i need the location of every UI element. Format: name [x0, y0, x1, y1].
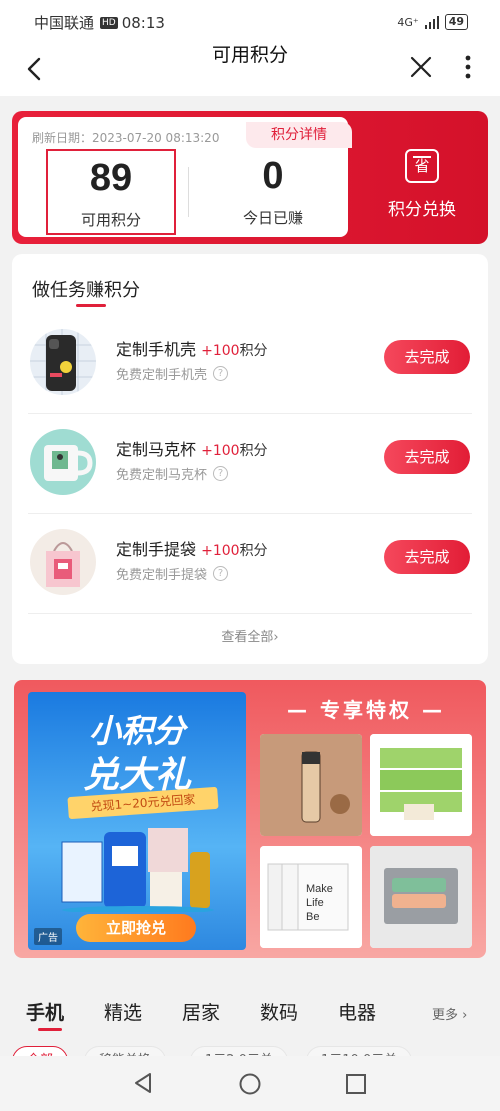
savings-icon: 省 [405, 149, 439, 183]
task-name: 定制手提袋 +100积分 [116, 540, 268, 559]
nav-bar: 可用积分 [0, 44, 500, 96]
available-points-box: 89 可用积分 [46, 149, 176, 235]
ad-badge: 广告 [34, 928, 62, 945]
task-item-mug: 定制马克杯 +100积分 免费定制马克杯 ? 去完成 [28, 414, 472, 514]
help-icon[interactable]: ? [213, 366, 229, 381]
system-navigation-bar [0, 1056, 500, 1111]
system-recents-icon[interactable] [345, 1073, 367, 1095]
tab-phone[interactable]: 手机 [26, 998, 64, 1025]
tab-featured[interactable]: 精选 [104, 998, 142, 1025]
points-exchange-label: 积分兑换 [388, 200, 456, 220]
status-left: 中国联通 HD 08:13 [34, 12, 165, 33]
complete-task-button[interactable]: 去完成 [384, 340, 470, 374]
exclusive-privileges-title: — 专享特权 — [287, 698, 445, 722]
tasks-title: 做任务赚积分 [32, 280, 140, 301]
signal-icon [424, 15, 439, 29]
phone-case-thumbnail [30, 329, 96, 395]
complete-task-button[interactable]: 去完成 [384, 540, 470, 574]
network-label: 4G⁺ [397, 15, 419, 29]
system-back-icon[interactable] [132, 1072, 154, 1094]
task-subtitle: 免费定制手机壳 ? [116, 364, 229, 383]
status-right: 4G⁺ 49 [397, 14, 468, 30]
help-icon[interactable]: ? [213, 466, 229, 481]
tasks-title-underline [76, 304, 106, 307]
task-points: +100积分 [201, 543, 268, 559]
status-bar: 中国联通 HD 08:13 4G⁺ 49 [0, 0, 500, 44]
promo-products-image [61, 828, 214, 912]
chevron-right-icon: › [273, 630, 279, 645]
task-subtitle: 免费定制马克杯 ? [116, 464, 229, 483]
tab-appliances[interactable]: 电器 [338, 998, 376, 1025]
help-icon[interactable]: ? [213, 566, 229, 581]
task-points: +100积分 [201, 343, 268, 359]
hd-badge: HD [100, 16, 118, 29]
close-icon[interactable] [406, 52, 436, 82]
task-subtitle: 免费定制手提袋 ? [116, 564, 229, 583]
more-categories-button[interactable]: 更多 › [432, 1004, 467, 1023]
chevron-right-icon: › [462, 1008, 468, 1023]
task-points: +100积分 [201, 443, 268, 459]
battery-icon: 49 [444, 14, 468, 30]
tab-home[interactable]: 居家 [182, 998, 220, 1025]
complete-task-button[interactable]: 去完成 [384, 440, 470, 474]
active-tab-underline [38, 1028, 62, 1031]
tote-bag-thumbnail [30, 529, 96, 595]
earn-points-tasks-card: 做任务赚积分 定制手机壳 +100积分 免费定制手机壳 ? 去完成 定制马克杯 … [12, 254, 488, 664]
refresh-date: 刷新日期：2023-07-20 08:13:20 [32, 131, 220, 145]
promo-banner: 小积分 兑大礼 兑现1~20元兑回家 立即抢兑 广告 — 专享特权 — Make… [14, 680, 486, 958]
carrier-label: 中国联通 [34, 14, 95, 32]
points-summary-card: 刷新日期：2023-07-20 08:13:20 积分详情 89 可用积分 0 … [12, 111, 488, 244]
tea-bottle-product-image[interactable] [260, 734, 362, 836]
tab-digital[interactable]: 数码 [260, 998, 298, 1025]
available-points-value: 89 [89, 157, 133, 199]
makeup-pads-product-image[interactable]: Make Life Be [260, 846, 362, 948]
available-points-label: 可用积分 [80, 211, 141, 229]
task-item-tote-bag: 定制手提袋 +100积分 免费定制手提袋 ? 去完成 [28, 514, 472, 614]
mug-thumbnail [30, 429, 96, 495]
system-home-icon[interactable] [238, 1072, 262, 1096]
view-all-link[interactable]: 查看全部› [12, 626, 488, 645]
today-earned-label: 今日已赚 [242, 209, 303, 227]
points-detail-tab[interactable]: 积分详情 [246, 122, 352, 148]
today-earned-value: 0 [262, 155, 284, 197]
promo-ad-panel[interactable]: 小积分 兑大礼 兑现1~20元兑回家 立即抢兑 广告 [28, 692, 246, 950]
divider [188, 167, 189, 217]
task-item-phone-case: 定制手机壳 +100积分 免费定制手机壳 ? 去完成 [28, 314, 472, 414]
points-inner-panel: 刷新日期：2023-07-20 08:13:20 积分详情 89 可用积分 0 … [18, 117, 352, 237]
tissue-pack-product-image[interactable] [370, 734, 472, 836]
task-name: 定制手机壳 +100积分 [116, 340, 268, 359]
points-exchange-button[interactable]: 省 积分兑换 [362, 141, 482, 231]
svg-text:Life: Life [306, 897, 324, 909]
grab-now-button[interactable]: 立即抢兑 [76, 914, 196, 942]
clock: 08:13 [121, 13, 165, 32]
task-name: 定制马克杯 +100积分 [116, 440, 268, 459]
soap-set-product-image[interactable] [370, 846, 472, 948]
svg-text:Be: Be [306, 911, 319, 923]
category-tabs: 手机 精选 居家 数码 电器 更多 › [0, 990, 500, 1034]
more-vertical-icon[interactable] [458, 52, 478, 82]
svg-text:Make: Make [306, 883, 333, 895]
